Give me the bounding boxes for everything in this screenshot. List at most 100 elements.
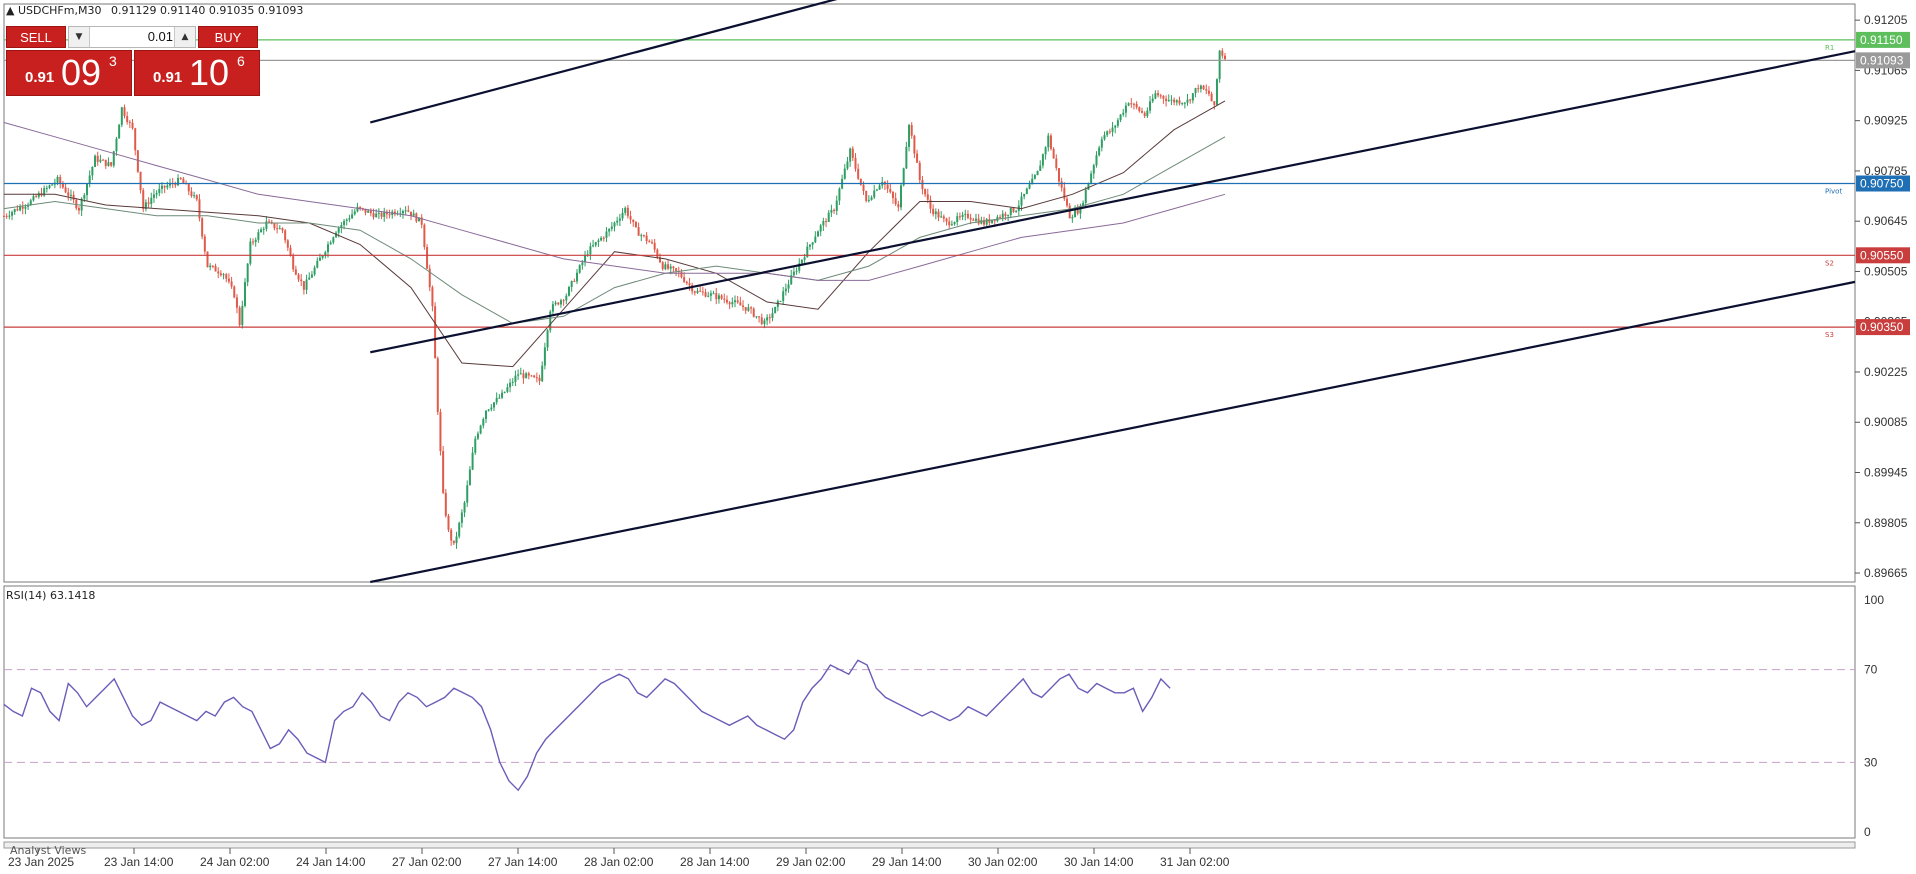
candle-body: [629, 216, 632, 220]
candle-body: [102, 159, 105, 161]
candle-body: [201, 218, 204, 237]
candle-body: [1108, 131, 1111, 133]
candle-body: [35, 196, 38, 198]
candle-body: [254, 239, 257, 243]
candle-body: [1210, 93, 1213, 102]
candle-body: [875, 189, 878, 191]
candle-body: [950, 224, 953, 226]
candle-body: [567, 286, 570, 296]
candle-body: [219, 273, 222, 276]
candle-body: [592, 245, 595, 247]
candle-body: [134, 128, 137, 151]
candle-body: [69, 194, 72, 196]
candle-body: [918, 162, 921, 181]
candle-body: [118, 124, 121, 139]
candle-body: [527, 373, 530, 376]
candle-body: [110, 162, 113, 166]
candle-body: [503, 391, 506, 393]
candle-body: [1033, 175, 1036, 179]
candle-body: [1199, 85, 1202, 90]
candle-body: [744, 307, 747, 311]
candle-body: [501, 392, 504, 398]
buy-price-prefix: 0.91: [153, 69, 183, 86]
candle-body: [388, 214, 391, 216]
date-tick-label: 31 Jan 02:00: [1160, 855, 1230, 869]
candle-body: [1197, 88, 1200, 90]
candle-body: [431, 287, 434, 307]
price-tick-label: 0.89665: [1864, 566, 1908, 580]
rsi-tick-label: 0: [1864, 825, 1871, 839]
candle-body: [814, 236, 817, 243]
date-tick-label: 27 Jan 02:00: [392, 855, 462, 869]
candle-body: [308, 277, 311, 280]
candle-body: [731, 302, 734, 305]
candle-body: [653, 242, 656, 250]
candle-body: [1047, 135, 1050, 148]
sell-price-quote[interactable]: 0.91 09 3: [6, 50, 132, 96]
candle-body: [332, 237, 335, 243]
lot-decrease-icon[interactable]: ▼: [69, 27, 90, 47]
candle-body: [1049, 135, 1052, 149]
candle-body: [1090, 173, 1093, 183]
candle-body: [755, 316, 758, 318]
candle-body: [913, 135, 916, 154]
rsi-pane: 100 70 30 0: [3, 585, 1884, 839]
candle-body: [94, 155, 97, 167]
candle-body: [64, 187, 67, 193]
symbol-collapse-icon[interactable]: ▲: [6, 4, 14, 17]
candle-body: [367, 210, 370, 213]
lot-increase-icon[interactable]: ▲: [174, 27, 195, 47]
candle-body: [782, 291, 785, 301]
candle-body: [120, 107, 123, 125]
candle-body: [1130, 103, 1133, 105]
candle-body: [851, 148, 854, 158]
candle-body: [233, 286, 236, 298]
candle-body: [1205, 89, 1208, 91]
candle-body: [1218, 50, 1221, 80]
candle-body: [356, 206, 359, 212]
candle-body: [693, 291, 696, 293]
candle-body: [160, 185, 163, 189]
candle-body: [720, 295, 723, 299]
candle-body: [742, 305, 745, 308]
candle-body: [750, 307, 753, 309]
candle-body: [760, 317, 763, 325]
candle-body: [937, 211, 940, 218]
candle-body: [292, 256, 295, 270]
candle-body: [1154, 93, 1157, 99]
lot-size-field[interactable]: ▼ 0.01 ▲: [68, 26, 196, 48]
candle-body: [707, 295, 710, 297]
candle-body: [8, 215, 11, 217]
date-tick-label: 28 Jan 14:00: [680, 855, 750, 869]
candle-body: [281, 228, 284, 231]
candle-body: [126, 116, 129, 123]
candle-body: [1143, 112, 1146, 117]
candle-body: [1202, 85, 1205, 90]
candle-body: [227, 278, 230, 282]
candle-body: [51, 184, 54, 186]
price-tick-label: 0.90505: [1864, 264, 1908, 278]
date-tick-label: 23 Jan 14:00: [104, 855, 174, 869]
ohlc-values: 0.91129 0.91140 0.91035 0.91093: [110, 4, 304, 17]
candle-body: [88, 175, 91, 184]
buy-price-quote[interactable]: 0.91 10 6: [134, 50, 260, 96]
candle-body: [1057, 168, 1060, 182]
candle-body: [476, 433, 479, 439]
candle-body: [86, 183, 89, 196]
candle-body: [1116, 120, 1119, 126]
candle-body: [867, 199, 870, 201]
candle-body: [59, 176, 62, 184]
candle-body: [310, 274, 313, 278]
candle-body: [616, 220, 619, 223]
candle-body: [1194, 88, 1197, 94]
candle-body: [838, 188, 841, 201]
candle-body: [1036, 170, 1039, 176]
buy-button[interactable]: BUY: [198, 26, 258, 48]
sell-button[interactable]: SELL: [6, 26, 66, 48]
lot-size-value[interactable]: 0.01: [91, 27, 173, 47]
candle-body: [423, 224, 426, 247]
candle-body: [3, 215, 5, 217]
candle-body: [206, 251, 209, 268]
candle-body: [602, 237, 605, 239]
candle-body: [257, 232, 260, 240]
